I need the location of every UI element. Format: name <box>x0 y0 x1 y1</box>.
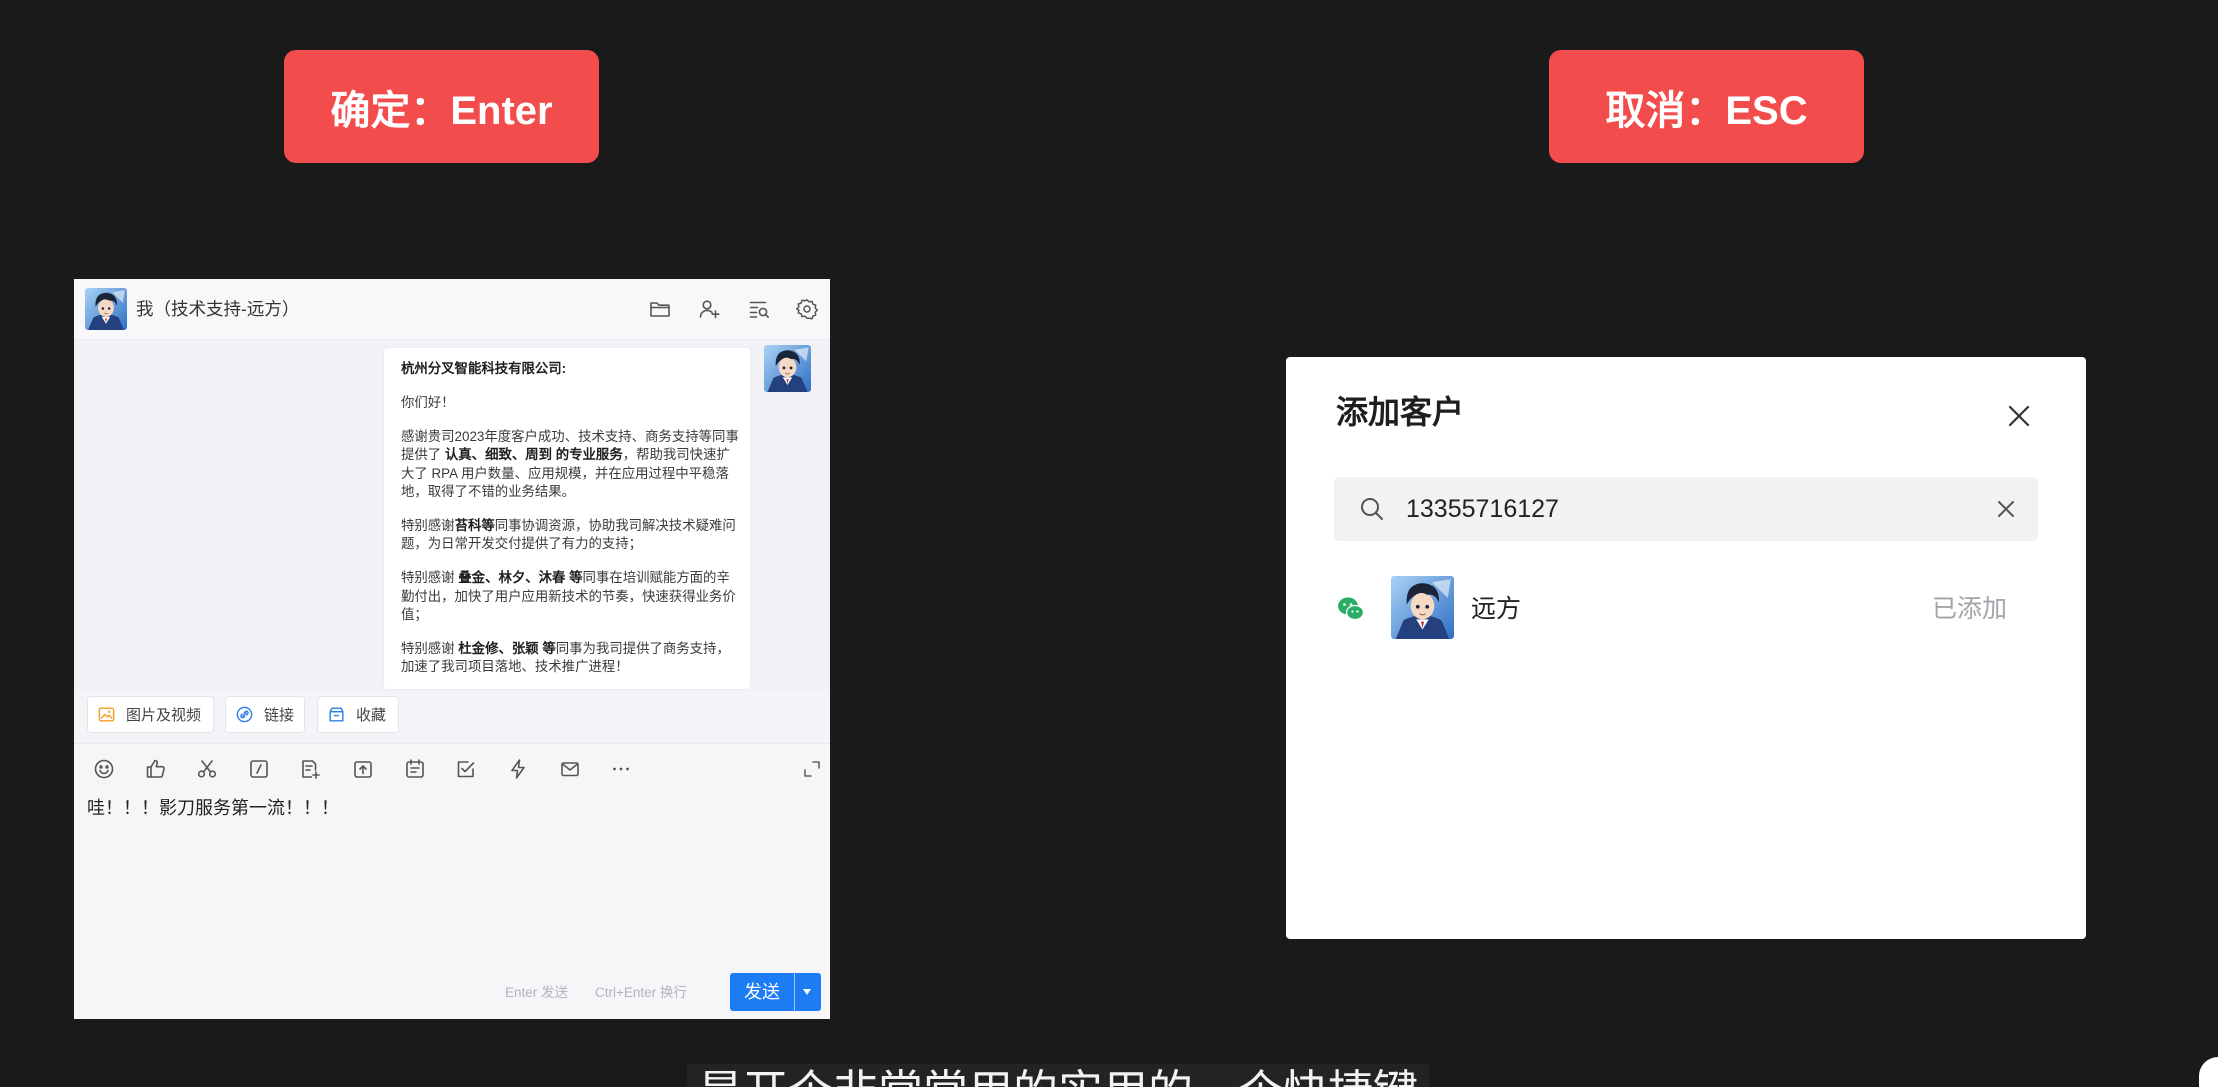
send-shortcut-hint: Enter 发送 <box>505 985 569 1000</box>
clear-icon[interactable] <box>1995 498 2017 520</box>
message-line: 题，为日常开发交付提供了有力的支持； <box>401 535 739 553</box>
image-icon <box>98 707 115 722</box>
send-button[interactable]: 发送 <box>730 973 821 1011</box>
message-line: 特别感谢苔科等同事协调资源，协助我司解决技术疑难问 <box>401 517 739 535</box>
message-text: 感谢贵司2023年度客户成功、技术支持、商务支持等同事 <box>401 428 739 444</box>
message-paragraph: 感谢贵司2023年度客户成功、技术支持、商务支持等同事 提供了 认真、细致、周到 … <box>401 428 739 502</box>
message-line: 加速了我司项目落地、技术推广进程！ <box>401 658 739 676</box>
search-icon <box>1358 495 1386 523</box>
message-text-bold: 叠金、林夕、沐春 等 <box>458 570 583 586</box>
message-line: 特别感谢 杜金修、张颖 等同事为我司提供了商务支持， <box>401 640 739 658</box>
close-icon[interactable] <box>2004 401 2034 431</box>
quick-action-link[interactable]: 链接 <box>225 696 305 733</box>
chat-search-icon[interactable] <box>747 297 771 321</box>
message-line: 勤付出，加快了用户应用新技术的节奏，快速获得业务价 <box>401 588 739 606</box>
screenshot-icon[interactable] <box>195 757 219 781</box>
send-options-dropdown[interactable] <box>794 973 821 1011</box>
shortcut-confirm-badge: 确定：Enter <box>284 50 599 163</box>
thumbs-up-icon[interactable] <box>144 757 168 781</box>
video-subtitle: 是开个非常常用的实用的一个快捷键 <box>687 1064 1429 1087</box>
search-input[interactable] <box>1406 477 1966 541</box>
schedule-icon[interactable] <box>403 757 427 781</box>
message-paragraph: 特别感谢 杜金修、张颖 等同事为我司提供了商务支持， 加速了我司项目落地、技术推广… <box>401 640 739 677</box>
message-text: ，帮助我司快速扩 <box>622 447 730 463</box>
send-button-label: 发送 <box>744 982 780 1002</box>
message-text: 大了 RPA 用户数量、应用规模，并在应用过程中平稳落 <box>401 465 729 481</box>
customer-name: 远方 <box>1471 595 1522 623</box>
chat-header: 我（技术支持-远方） <box>74 279 830 340</box>
composer: 哇！！！影刀服务第一流！！！ Enter 发送 Ctrl+Enter 换行 发送 <box>74 743 830 1019</box>
floating-widget[interactable] <box>2199 1057 2218 1087</box>
message-line: 地，取得了不错的业务结果。 <box>401 483 739 501</box>
message-paragraph: 你们好！ <box>401 394 739 412</box>
dialog-title: 添加客户 <box>1336 394 1465 430</box>
quick-reply-icon[interactable] <box>247 757 271 781</box>
message-text: 勤付出，加快了用户应用新技术的节奏，快速获得业务价 <box>401 588 736 604</box>
settings-icon[interactable] <box>795 297 819 321</box>
quick-action-label: 图片及视频 <box>126 707 202 724</box>
message-text-bold: 杜金修、张颖 等 <box>458 640 556 656</box>
message-list[interactable]: 杭州分叉智能科技有限公司: 你们好！ 感谢贵司2023年度客户成功、技术支持、商务支… <box>74 340 830 692</box>
search-box <box>1334 477 2038 541</box>
message-bubble[interactable]: 杭州分叉智能科技有限公司: 你们好！ 感谢贵司2023年度客户成功、技术支持、商务支… <box>384 348 750 689</box>
added-status: 已添加 <box>1932 595 2008 623</box>
message-text: 同事在培训赋能方面的辛 <box>582 570 730 586</box>
email-icon[interactable] <box>558 757 582 781</box>
message-paragraph: 杭州分叉智能科技有限公司: <box>401 360 739 378</box>
message-line: 杭州分叉智能科技有限公司: <box>401 360 739 378</box>
message-text: 提供了 <box>401 447 445 463</box>
avatar[interactable] <box>85 288 127 330</box>
message-text-bold: 杭州分叉智能科技有限公司: <box>401 361 567 376</box>
message-input[interactable]: 哇！！！影刀服务第一流！！！ <box>87 793 807 823</box>
task-icon[interactable] <box>454 757 478 781</box>
message-paragraph: 特别感谢苔科等同事协调资源，协助我司解决技术疑难问 题，为日常开发交付提供了有力的… <box>401 517 739 554</box>
expand-icon[interactable] <box>802 759 822 779</box>
chat-title: 我（技术支持-远方） <box>136 299 300 319</box>
message-text: 加速了我司项目落地、技术推广进程！ <box>401 659 629 675</box>
link-icon <box>236 706 253 723</box>
sender-avatar[interactable] <box>764 345 811 392</box>
message-text: 你们好！ <box>401 394 455 410</box>
newline-shortcut-hint: Ctrl+Enter 换行 <box>595 985 687 1000</box>
message-line: 值； <box>401 606 739 624</box>
quick-action-label: 收藏 <box>356 707 387 724</box>
message-line: 特别感谢 叠金、林夕、沐春 等同事在培训赋能方面的辛 <box>401 569 739 587</box>
message-line: 你们好！ <box>401 394 739 412</box>
shortcut-cancel-badge: 取消：ESC <box>1549 50 1864 163</box>
chat-window: 我（技术支持-远方） 杭州分叉智能科技有限公司: 你们好！ 感谢贵司2023年度客户… <box>74 279 830 1019</box>
chevron-down-icon <box>803 989 811 995</box>
add-member-icon[interactable] <box>697 297 721 321</box>
message-line: 大了 RPA 用户数量、应用规模，并在应用过程中平稳落 <box>401 465 739 483</box>
quick-action-media[interactable]: 图片及视频 <box>87 696 214 733</box>
more-icon[interactable] <box>609 757 633 781</box>
message-text-bold: 苔科等 <box>454 517 495 533</box>
message-text: 特别感谢 <box>401 517 455 533</box>
message-text: 同事为我司提供了商务支持， <box>555 640 730 656</box>
message-text-bold: 认真、细致、周到 的专业服务 <box>444 447 623 463</box>
subtitle-text: 是开个非常常用的实用的一个快捷键 <box>687 1069 1429 1087</box>
message-text: 地，取得了不错的业务结果。 <box>401 483 576 499</box>
upload-file-icon[interactable] <box>351 757 375 781</box>
search-result-row[interactable]: 远方 已添加 <box>1286 572 2086 646</box>
message-line: 提供了 认真、细致、周到 的专业服务，帮助我司快速扩 <box>401 446 739 464</box>
message-paragraph: 特别感谢 叠金、林夕、沐春 等同事在培训赋能方面的辛 勤付出，加快了用户应用新技术… <box>401 569 739 624</box>
folder-icon[interactable] <box>648 297 672 321</box>
quick-action-label: 链接 <box>264 707 295 724</box>
message-text: 特别感谢 <box>401 640 459 656</box>
emoji-icon[interactable] <box>92 757 116 781</box>
add-customer-dialog: 添加客户 远方 已添加 <box>1286 357 2086 939</box>
quick-action-favorites[interactable]: 收藏 <box>317 696 399 733</box>
add-document-icon[interactable] <box>298 757 322 781</box>
avatar <box>1391 576 1454 639</box>
message-text: 特别感谢 <box>401 570 459 586</box>
shortcut-cancel-label: 取消：ESC <box>1605 88 1808 133</box>
quick-action-icon[interactable] <box>506 757 530 781</box>
message-line: 感谢贵司2023年度客户成功、技术支持、商务支持等同事 <box>401 428 739 446</box>
favorites-icon <box>329 707 344 722</box>
wechat-icon <box>1336 594 1366 624</box>
message-text: 同事协调资源，协助我司解决技术疑难问 <box>494 517 736 533</box>
message-text: 值； <box>401 606 428 622</box>
shortcut-confirm-label: 确定：Enter <box>330 88 553 133</box>
message-text: 题，为日常开发交付提供了有力的支持； <box>401 536 643 552</box>
